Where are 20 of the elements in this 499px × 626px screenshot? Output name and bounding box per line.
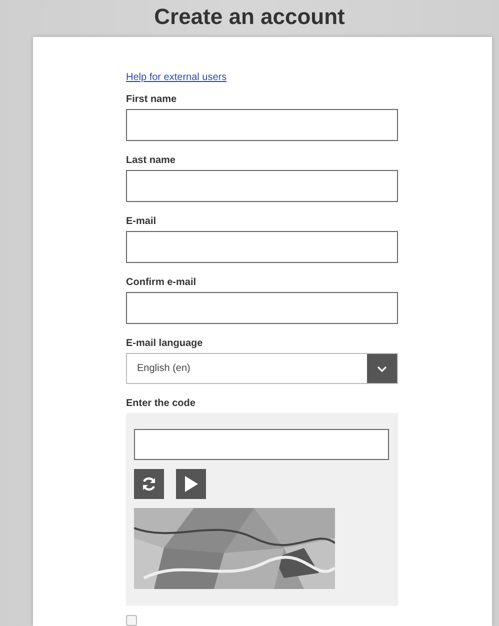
play-icon (184, 476, 198, 492)
field-label: First name (126, 94, 177, 105)
chevron-down-icon (377, 366, 387, 372)
field-label: E-mail (126, 216, 156, 227)
input-field[interactable] (134, 429, 389, 460)
input-field[interactable] (126, 170, 398, 202)
page-title: Create an account (153, 2, 346, 30)
checkbox[interactable] (126, 615, 137, 626)
field-label: Confirm e-mail (126, 277, 196, 288)
play-button[interactable] (176, 469, 206, 499)
refresh-icon (141, 476, 157, 492)
field-label: Last name (126, 155, 176, 166)
refresh-button[interactable] (134, 469, 164, 499)
input-field[interactable] (126, 292, 398, 324)
language-dropdown[interactable]: English (en) (126, 353, 398, 384)
help-link[interactable]: Help for external users (126, 72, 227, 83)
input-field[interactable] (126, 231, 398, 263)
field-label: E-mail language (126, 338, 203, 349)
field-label: Enter the code (126, 398, 196, 409)
input-field[interactable] (126, 109, 398, 141)
